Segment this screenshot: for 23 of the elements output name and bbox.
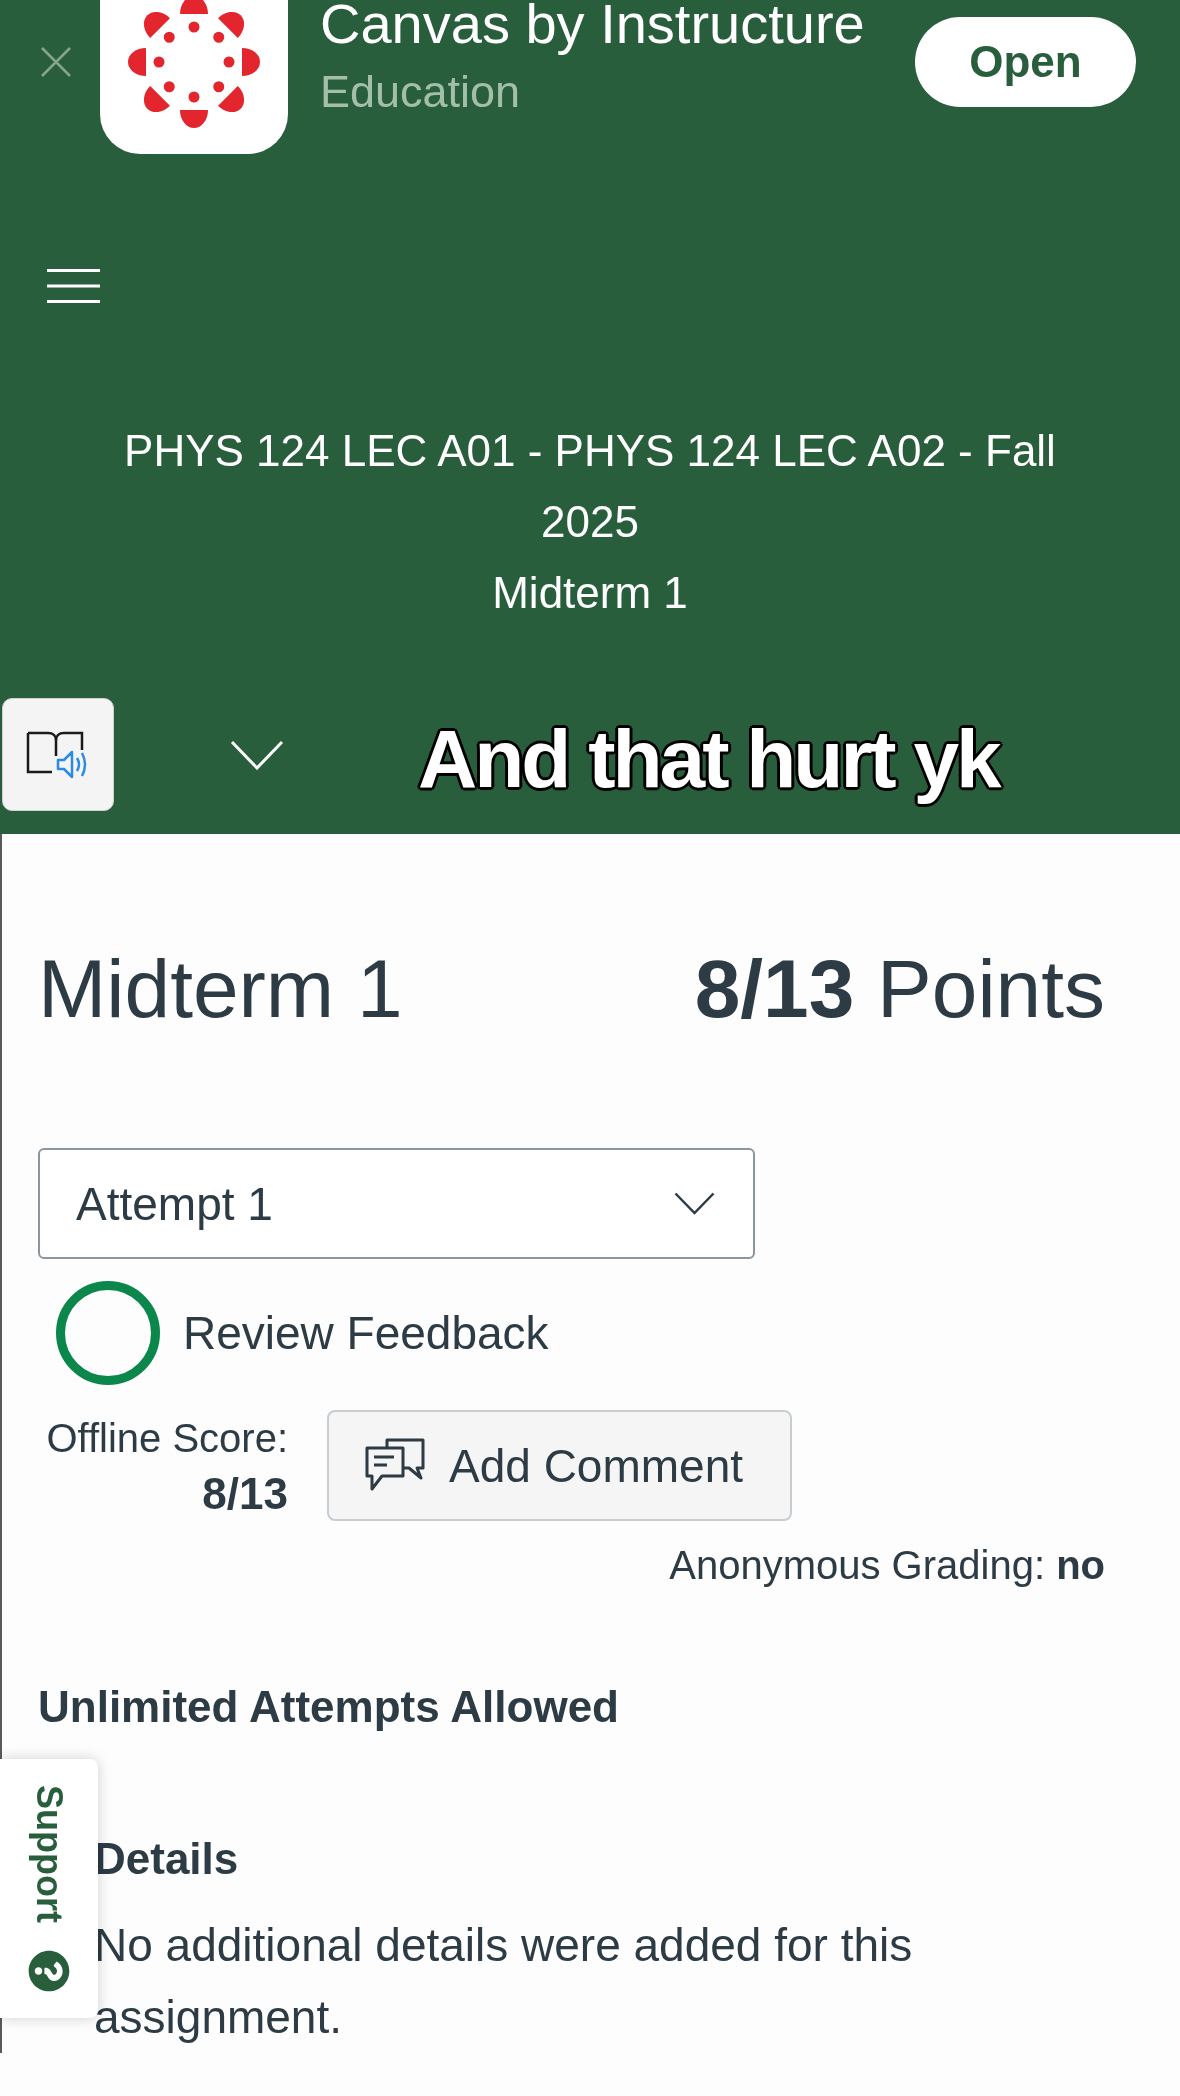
offline-score-label: Offline Score:: [46, 1415, 288, 1462]
chevron-down-icon[interactable]: [230, 739, 284, 770]
app-logo-icon: [100, 0, 288, 154]
help-icon: [28, 1950, 70, 1992]
close-icon[interactable]: [41, 47, 71, 77]
reader-button[interactable]: [2, 698, 114, 811]
page-title: Midterm 1: [491, 567, 689, 619]
support-tab[interactable]: Support: [0, 1759, 98, 2018]
offline-score-value: 8/13: [202, 1468, 288, 1520]
open-button[interactable]: Open: [915, 17, 1136, 107]
app-category: Education: [320, 65, 522, 119]
attempt-select[interactable]: Attempt 1: [38, 1148, 755, 1259]
add-comment-button[interactable]: Add Comment: [327, 1410, 792, 1521]
review-feedback-label: Review Feedback: [183, 1306, 549, 1361]
ring-icon: [56, 1281, 160, 1385]
anonymous-grading-text: Anonymous Grading: no: [669, 1542, 1105, 1589]
course-title: PHYS 124 LEC A01 - PHYS 124 LEC A02 - Fall 2025: [123, 425, 1057, 548]
chevron-down-icon: [674, 1192, 715, 1215]
app-name: Canvas by Instructure: [320, 0, 865, 56]
menu-icon[interactable]: [47, 269, 100, 303]
assignment-title: Midterm 1: [38, 942, 403, 1036]
attempts-note: Unlimited Attempts Allowed: [38, 1681, 620, 1733]
points-score: 8/13 Points: [694, 942, 1105, 1036]
